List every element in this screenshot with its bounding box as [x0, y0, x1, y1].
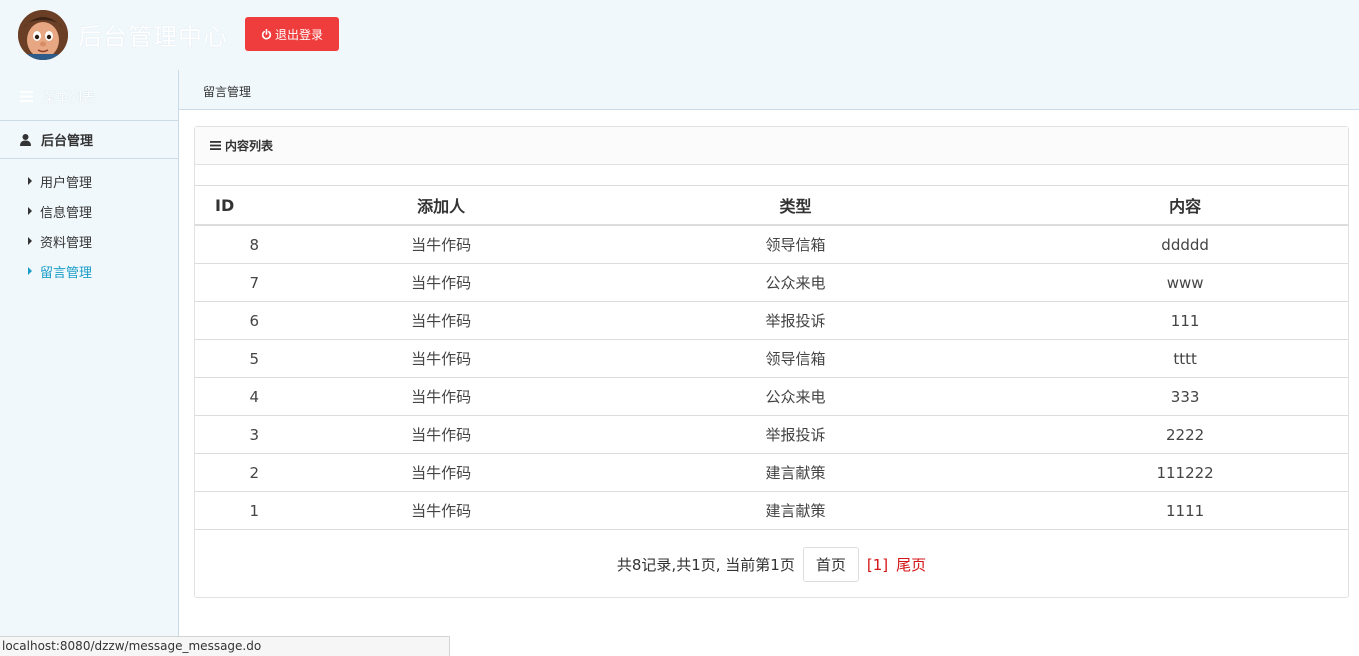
cell-adder: 当牛作码	[313, 491, 569, 530]
last-page-link[interactable]: 尾页	[896, 554, 926, 575]
cell-type: 公众来电	[568, 377, 1023, 416]
panel-title: 内容列表	[225, 139, 274, 153]
cell-id: 3	[195, 415, 314, 454]
top-header: 后台管理中心 退出登录	[0, 0, 1359, 70]
table-row: 8 当牛作码 领导信箱 ddddd	[195, 225, 1348, 264]
sidebar-item-materials[interactable]: 资料管理	[28, 231, 92, 251]
cell-id: 1	[195, 491, 314, 530]
cell-id: 2	[195, 453, 314, 492]
cell-content: www	[1022, 263, 1348, 302]
breadcrumb: 留言管理	[179, 70, 1359, 110]
sidebar-item-label: 资料管理	[40, 235, 93, 251]
table-row: 6 当牛作码 举报投诉 111	[195, 301, 1348, 340]
sidebar-item-messages[interactable]: 留言管理	[28, 261, 92, 281]
cell-type: 建言献策	[568, 491, 1023, 530]
cell-id: 8	[195, 225, 314, 264]
cell-type: 建言献策	[568, 453, 1023, 492]
cell-id: 7	[195, 263, 314, 302]
table-header-row: ID 添加人 类型 内容	[195, 185, 1348, 226]
caret-right-icon	[28, 267, 32, 275]
sidebar-item-label: 信息管理	[40, 205, 93, 221]
browser-status-bar: localhost:8080/dzzw/message_message.do	[0, 636, 450, 656]
sidebar-item-label: 用户管理	[40, 175, 93, 191]
sidebar-group-label: 后台管理	[41, 134, 94, 149]
page-link-1[interactable]: [1]	[867, 556, 888, 574]
cell-id: 4	[195, 377, 314, 416]
cell-adder: 当牛作码	[313, 453, 569, 492]
avatar-image	[18, 10, 68, 60]
cell-content: tttt	[1022, 339, 1348, 378]
cell-type: 领导信箱	[568, 225, 1023, 264]
table-row: 5 当牛作码 领导信箱 tttt	[195, 339, 1348, 378]
column-header-adder: 添加人	[313, 185, 569, 226]
message-table: ID 添加人 类型 内容 8 当牛作码 领导信箱 ddddd 7 当牛作码 公众…	[195, 185, 1348, 530]
column-header-id: ID	[195, 185, 314, 226]
sidebar-item-label: 留言管理	[40, 265, 93, 281]
logout-button[interactable]: 退出登录	[245, 17, 339, 51]
menu-title: 菜单列表	[20, 87, 95, 106]
cell-adder: 当牛作码	[313, 301, 569, 340]
caret-right-icon	[28, 207, 32, 215]
list-icon	[20, 91, 33, 102]
cell-content: 2222	[1022, 415, 1348, 454]
table-row: 3 当牛作码 举报投诉 2222	[195, 415, 1348, 454]
list-icon	[210, 141, 221, 150]
content-panel: 内容列表 ID 添加人 类型 内容 8 当牛作码 领导信箱 ddddd 7 当牛…	[194, 126, 1349, 598]
table-row: 1 当牛作码 建言献策 1111	[195, 491, 1348, 530]
app-title: 后台管理中心	[78, 23, 228, 51]
sidebar-item-info[interactable]: 信息管理	[28, 201, 92, 221]
cell-adder: 当牛作码	[313, 263, 569, 302]
cell-type: 公众来电	[568, 263, 1023, 302]
table-row: 2 当牛作码 建言献策 111222	[195, 453, 1348, 492]
logout-label: 退出登录	[274, 27, 323, 42]
breadcrumb-current: 留言管理	[203, 85, 252, 99]
pagination-summary: 共8记录,共1页, 当前第1页	[616, 556, 795, 574]
pagination: 共8记录,共1页, 当前第1页 首页 [1] 尾页	[195, 547, 1348, 582]
table-row: 7 当牛作码 公众来电 www	[195, 263, 1348, 302]
cell-adder: 当牛作码	[313, 377, 569, 416]
cell-id: 6	[195, 301, 314, 340]
power-icon	[261, 28, 272, 40]
user-icon	[20, 133, 31, 146]
sidebar-group-admin[interactable]: 后台管理	[0, 121, 178, 159]
sidebar-item-users[interactable]: 用户管理	[28, 171, 92, 191]
cell-adder: 当牛作码	[313, 339, 569, 378]
caret-right-icon	[28, 237, 32, 245]
cell-adder: 当牛作码	[313, 415, 569, 454]
avatar	[18, 10, 68, 60]
cell-content: 111222	[1022, 453, 1348, 492]
cell-content: ddddd	[1022, 225, 1348, 264]
menu-title-label: 菜单列表	[43, 91, 96, 106]
cell-type: 领导信箱	[568, 339, 1023, 378]
cell-id: 5	[195, 339, 314, 378]
panel-header: 内容列表	[195, 127, 1348, 165]
table-row: 4 当牛作码 公众来电 333	[195, 377, 1348, 416]
cell-content: 111	[1022, 301, 1348, 340]
column-header-content: 内容	[1022, 185, 1348, 226]
cell-content: 1111	[1022, 491, 1348, 530]
cell-type: 举报投诉	[568, 415, 1023, 454]
sidebar: 菜单列表 后台管理 用户管理 信息管理 资料管理 留言管理	[0, 70, 179, 656]
cell-content: 333	[1022, 377, 1348, 416]
first-page-button[interactable]: 首页	[802, 547, 859, 582]
cell-adder: 当牛作码	[313, 225, 569, 264]
cell-type: 举报投诉	[568, 301, 1023, 340]
column-header-type: 类型	[568, 185, 1023, 226]
caret-right-icon	[28, 177, 32, 185]
